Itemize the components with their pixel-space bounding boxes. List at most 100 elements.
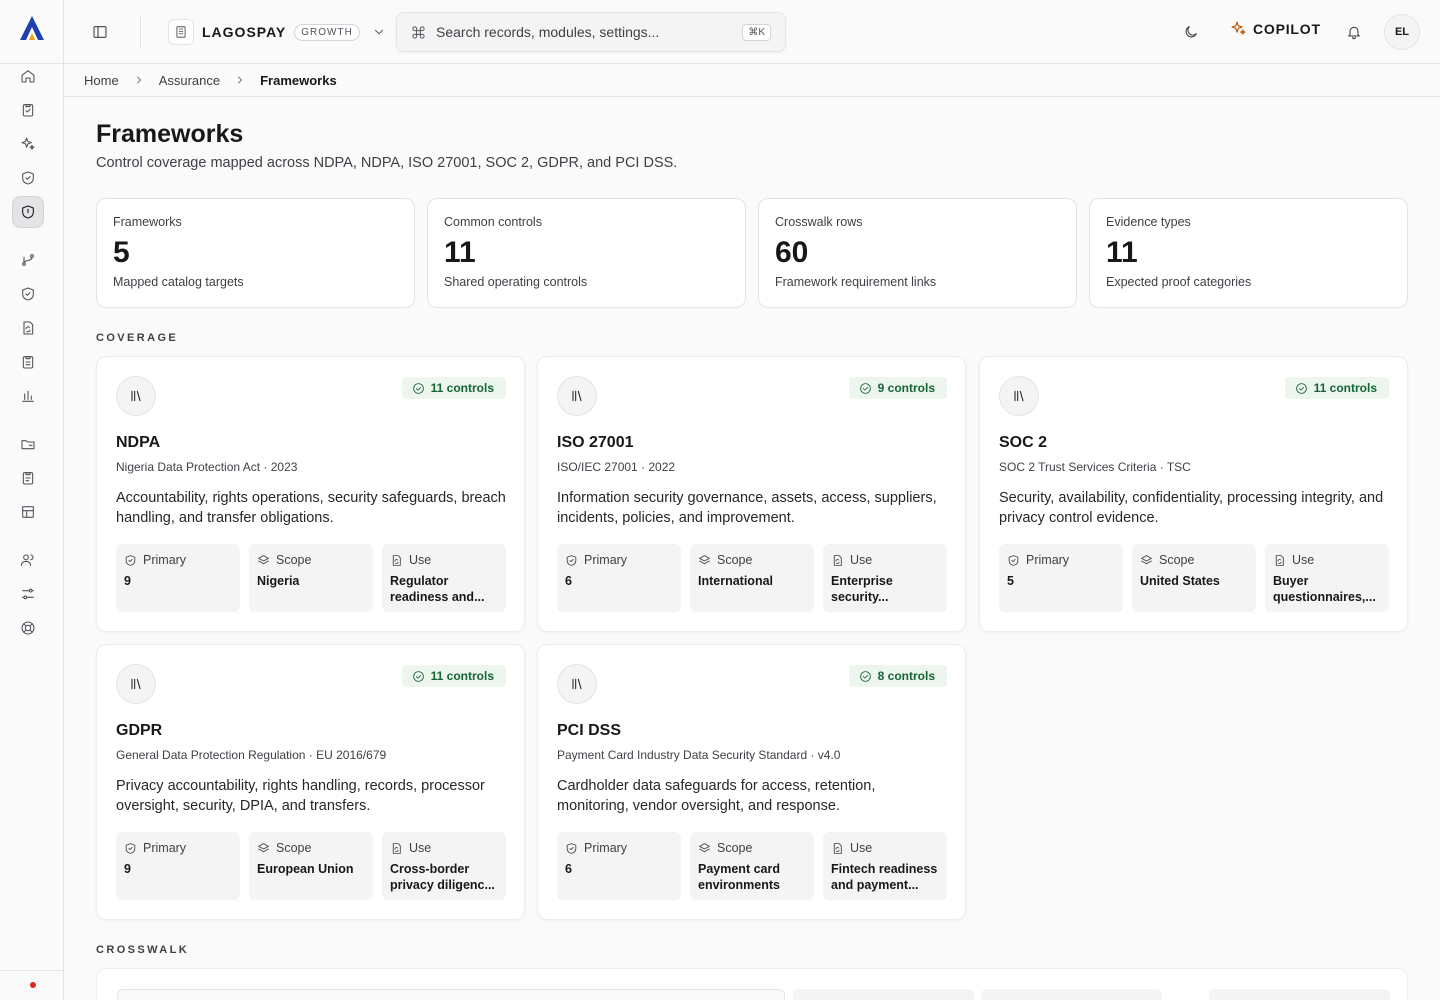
- org-switcher[interactable]: LAGOSPAY GROWTH: [168, 16, 386, 48]
- shield-check-icon[interactable]: [12, 162, 44, 194]
- copilot-button[interactable]: COPILOT: [1230, 20, 1321, 37]
- framework-metadata: Primary 9 Scope Nigeria Use Regulator re…: [116, 544, 506, 612]
- chevron-right-icon: [234, 74, 246, 86]
- clipboard-icon[interactable]: [12, 462, 44, 494]
- section-heading-coverage: COVERAGE: [96, 332, 179, 344]
- framework-name: NDPA: [116, 434, 161, 451]
- meta-use: Use Regulator readiness and...: [382, 544, 506, 612]
- framework-name: GDPR: [116, 722, 163, 739]
- meta-label: Use: [409, 841, 432, 855]
- framework-name: SOC 2: [999, 434, 1048, 451]
- status-dot: [30, 982, 36, 988]
- clipboard-list-icon[interactable]: [12, 346, 44, 378]
- meta-primary: Primary 6: [557, 832, 681, 900]
- crosswalk-filter-select[interactable]: [1209, 989, 1390, 1000]
- meta-label: Primary: [143, 553, 187, 567]
- avatar[interactable]: EL: [1384, 14, 1420, 50]
- meta-value: 9: [124, 862, 131, 876]
- crosswalk-filter-select[interactable]: [793, 989, 974, 1000]
- meta-value: Regulator readiness and...: [390, 574, 485, 604]
- meta-label: Primary: [143, 841, 187, 855]
- framework-metadata: Primary 9 Scope European Union Use Cross…: [116, 832, 506, 900]
- meta-scope: Scope Payment card environments: [690, 832, 814, 900]
- meta-value: 5: [1007, 574, 1014, 588]
- folder-icon[interactable]: [12, 428, 44, 460]
- header-divider: [140, 16, 141, 48]
- file-sync-icon: [833, 554, 842, 566]
- stat-card-common-controls: Common controls 11 Shared operating cont…: [427, 198, 746, 308]
- breadcrumb-home[interactable]: Home: [84, 73, 119, 88]
- git-branch-icon[interactable]: [12, 244, 44, 276]
- controls-count: 8 controls: [877, 669, 935, 683]
- controls-count: 11 controls: [430, 381, 494, 395]
- meta-primary: Primary 6: [557, 544, 681, 612]
- app-logo[interactable]: [18, 14, 46, 42]
- shield-check-icon[interactable]: [12, 278, 44, 310]
- controls-badge: 11 controls: [401, 377, 506, 399]
- breadcrumb-assurance[interactable]: Assurance: [159, 73, 220, 88]
- sliders-icon[interactable]: [12, 578, 44, 610]
- stat-desc: Expected proof categories: [1106, 275, 1252, 289]
- sparkles-icon[interactable]: [12, 128, 44, 160]
- stat-label: Common controls: [444, 215, 542, 229]
- framework-card-iso-27001[interactable]: 9 controls ISO 27001 ISO/IEC 27001 · 202…: [537, 356, 966, 632]
- chevron-down-icon: [372, 25, 386, 39]
- meta-value: Payment card environments: [698, 862, 780, 892]
- shield-check-icon: [566, 554, 577, 566]
- framework-card-soc-2[interactable]: 11 controls SOC 2 SOC 2 Trust Services C…: [979, 356, 1408, 632]
- page-subtitle: Control coverage mapped across NDPA, NDP…: [96, 155, 678, 171]
- library-icon: [999, 376, 1039, 416]
- check-circle-icon: [859, 382, 871, 394]
- framework-name: ISO 27001: [557, 434, 634, 451]
- shield-check-icon: [125, 554, 136, 566]
- building-icon: [168, 19, 194, 45]
- framework-meta: Payment Card Industry Data Security Stan…: [557, 748, 841, 762]
- meta-use: Use Enterprise security...: [823, 544, 947, 612]
- framework-card-gdpr[interactable]: 11 controls GDPR General Data Protection…: [96, 644, 525, 920]
- crosswalk-filter-select[interactable]: [981, 989, 1162, 1000]
- search-input[interactable]: Search records, modules, settings...: [436, 24, 732, 40]
- global-search[interactable]: Search records, modules, settings... ⌘K: [396, 12, 786, 52]
- stat-value: 5: [113, 236, 130, 269]
- meta-label: Use: [850, 841, 873, 855]
- framework-description: Accountability, rights operations, secur…: [116, 490, 506, 526]
- moon-icon[interactable]: [1179, 20, 1203, 44]
- framework-name: PCI DSS: [557, 722, 622, 739]
- clipboard-check-icon[interactable]: [12, 94, 44, 126]
- section-heading-crosswalk: CROSSWALK: [96, 944, 190, 956]
- meta-value: Nigeria: [257, 574, 300, 588]
- file-sync-icon[interactable]: [12, 312, 44, 344]
- table-icon[interactable]: [12, 496, 44, 528]
- search-shortcut: ⌘K: [742, 23, 771, 41]
- bar-chart-icon[interactable]: [12, 380, 44, 412]
- users-icon[interactable]: [12, 544, 44, 576]
- framework-description: Security, availability, confidentiality,…: [999, 490, 1384, 526]
- life-buoy-icon[interactable]: [12, 612, 44, 644]
- meta-scope: Scope European Union: [249, 832, 373, 900]
- meta-scope: Scope United States: [1132, 544, 1256, 612]
- layers-icon: [258, 842, 269, 852]
- meta-primary: Primary 9: [116, 544, 240, 612]
- shield-check-icon: [125, 842, 136, 854]
- meta-value: Cross-border privacy diligenc...: [390, 862, 495, 892]
- sidebar-toggle-icon[interactable]: [88, 20, 112, 44]
- home-icon[interactable]: [12, 60, 44, 92]
- framework-metadata: Primary 6 Scope International Use Enterp…: [557, 544, 947, 612]
- crosswalk-search-input[interactable]: [117, 989, 785, 1000]
- bell-icon[interactable]: [1342, 20, 1366, 44]
- controls-badge: 9 controls: [848, 377, 947, 399]
- framework-card-pci-dss[interactable]: 8 controls PCI DSS Payment Card Industry…: [537, 644, 966, 920]
- framework-card-ndpa[interactable]: 11 controls NDPA Nigeria Data Protection…: [96, 356, 525, 632]
- controls-badge: 11 controls: [1284, 377, 1389, 399]
- shield-icon[interactable]: [12, 196, 44, 228]
- meta-value: 9: [124, 574, 131, 588]
- stat-value: 60: [775, 236, 809, 269]
- stat-card-frameworks: Frameworks 5 Mapped catalog targets: [96, 198, 415, 308]
- controls-count: 9 controls: [877, 381, 935, 395]
- meta-scope: Scope Nigeria: [249, 544, 373, 612]
- framework-description: Privacy accountability, rights handling,…: [116, 778, 485, 814]
- controls-badge: 11 controls: [401, 665, 506, 687]
- top-header: LAGOSPAY GROWTH Search records, modules,…: [64, 0, 1440, 64]
- meta-value: 6: [565, 574, 572, 588]
- layers-icon: [258, 554, 269, 564]
